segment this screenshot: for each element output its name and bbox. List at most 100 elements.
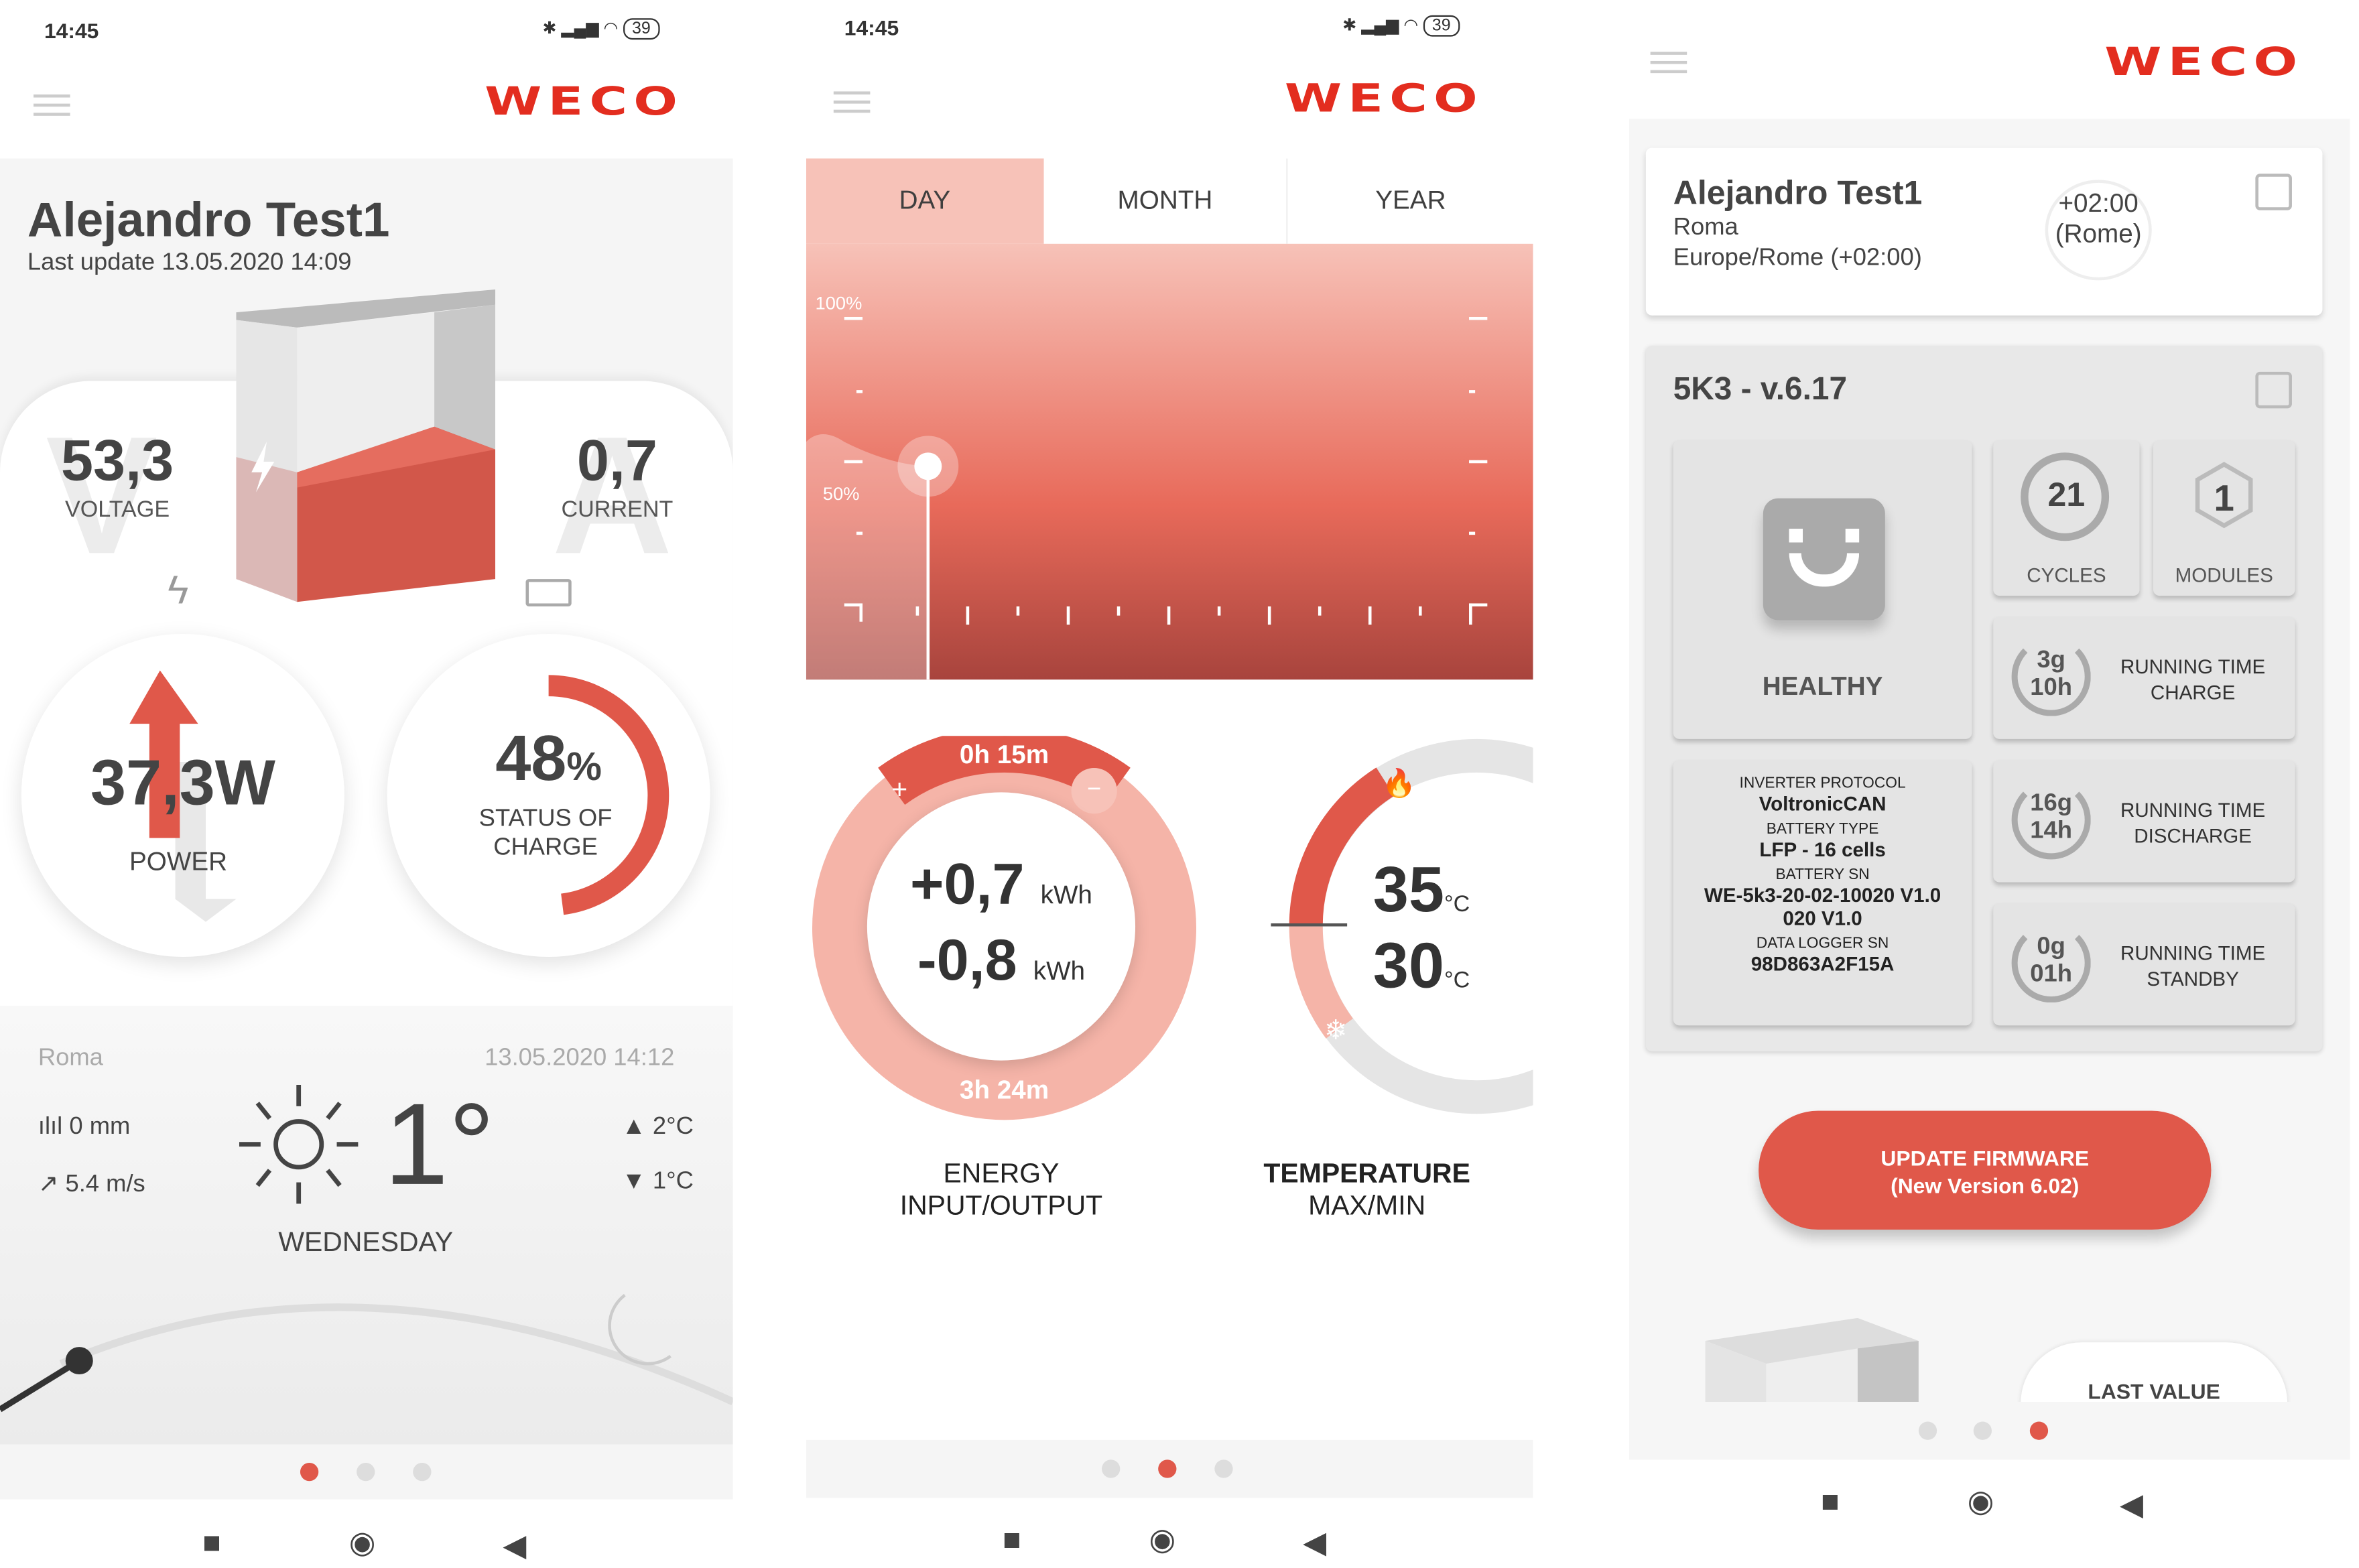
running-label-2: DISCHARGE (2134, 824, 2252, 848)
info-value: VoltronicCAN (1759, 792, 1887, 815)
page-dot-3[interactable] (1214, 1459, 1233, 1478)
page-dot-1[interactable] (300, 1462, 319, 1482)
snowflake-icon: ❄ (1324, 1015, 1347, 1045)
battery-3d-illustration (1705, 1317, 1919, 1402)
energy-input: +0,7 kWh (867, 853, 1135, 919)
power-value: 37,3W (90, 746, 275, 819)
info-value: WE-5k3-20-02-10020 V1.0 020 V1.0 (1704, 883, 1941, 930)
voltage-value: 53,3 (60, 430, 174, 494)
rain-icon: ılıl (38, 1114, 70, 1140)
temp-max-unit: °C (1444, 891, 1470, 917)
energy-input-unit: kWh (1040, 880, 1092, 910)
info-label: INVERTER PROTOCOL (1739, 775, 1906, 793)
energy-output-time: 3h 24m (959, 1075, 1049, 1105)
status-time: 14:45 (44, 18, 99, 43)
temperature-gauge: 🔥 ❄ (1271, 738, 1533, 1114)
weather-city: Roma (38, 1045, 103, 1071)
energy-label-2: INPUT/OUTPUT (899, 1189, 1103, 1221)
status-time: 14:45 (844, 15, 899, 40)
running-time-label: RUNNING TIME STANDBY (2102, 940, 2285, 992)
tab-day[interactable]: DAY (806, 158, 1043, 244)
running-time-label: RUNNING TIME DISCHARGE (2102, 797, 2285, 848)
y-label-50: 50% (822, 482, 860, 505)
energy-output-value: -0,8 (917, 929, 1017, 994)
screen-device-info: WECO Alejandro Test1 Roma Europe/Rome (+… (1629, 0, 2359, 1568)
page-dot-2[interactable] (1158, 1459, 1177, 1478)
temp-max: 35°C (1373, 853, 1470, 926)
period-tabs: DAY MONTH YEAR (806, 158, 1533, 244)
minus-icon[interactable]: − (1071, 768, 1117, 814)
battery-3d-illustration (236, 289, 496, 602)
update-firmware-button[interactable]: UPDATE FIRMWARE (New Version 6.02) (1759, 1110, 2212, 1230)
update-button-line-2: (New Version 6.02) (1891, 1173, 2080, 1198)
chart-cursor-handle (914, 452, 942, 480)
tab-month[interactable]: MONTH (1043, 158, 1289, 244)
temp-min: ▼ 1°C (621, 1169, 694, 1195)
page-dot-2[interactable] (1973, 1421, 1992, 1440)
modules-value: 1 (2214, 478, 2234, 520)
update-button-line-1: UPDATE FIRMWARE (1880, 1145, 2090, 1171)
edit-user-icon[interactable] (2255, 174, 2292, 210)
nav-recents-button[interactable]: ■ (1003, 1524, 1021, 1559)
info-label: DATA LOGGER SN (1756, 935, 1889, 953)
soc-label-2: CHARGE (493, 835, 598, 861)
page-dot-2[interactable] (357, 1462, 375, 1482)
screen-energy: 14:45 ✱ ▂▄▆ ◠ 39 WECO DAY MONTH YEAR 100… (806, 0, 1533, 1568)
status-icons: ✱ ▂▄▆ ◠ 39 (1342, 15, 1460, 37)
energy-input-value: +0,7 (909, 853, 1025, 917)
running-label-2: STANDBY (2147, 967, 2239, 991)
battery-icon: 39 (1423, 15, 1460, 37)
running-label-2: CHARGE (2150, 681, 2236, 704)
sun-icon (239, 1085, 359, 1204)
wind-row: ↗ 5.4 m/s (38, 1169, 145, 1199)
device-title: 5K3 - v.6.17 (1673, 371, 1848, 407)
modules-label: MODULES (2175, 564, 2273, 587)
weco-logo: WECO (2104, 40, 2304, 86)
nav-home-button[interactable]: ◉ (1149, 1520, 1176, 1559)
running-hours: 14h (2030, 818, 2073, 844)
power-label: POWER (129, 847, 228, 876)
nav-home-button[interactable]: ◉ (1968, 1483, 1994, 1521)
menu-icon[interactable] (1650, 52, 1687, 55)
battery-level-icon (525, 579, 572, 607)
page-dot-1[interactable] (1102, 1459, 1121, 1478)
running-days: 3g (2037, 647, 2065, 674)
menu-icon[interactable] (34, 94, 70, 98)
nav-recents-button[interactable]: ■ (1821, 1486, 1840, 1520)
running-time-value: 3g 10h (2012, 647, 2091, 702)
page-dot-1[interactable] (1918, 1421, 1937, 1440)
device-title: Alejandro Test1 (27, 192, 390, 247)
edit-device-icon[interactable] (2255, 371, 2292, 409)
running-time-value: 0g 01h (2012, 934, 2091, 989)
page-dot-3[interactable] (2029, 1421, 2049, 1440)
temp-max-value: 2°C (652, 1114, 694, 1140)
info-label: BATTERY TYPE (1766, 821, 1879, 838)
weather-day: WEDNESDAY (278, 1226, 454, 1257)
nav-back-button[interactable]: ◀ (2120, 1486, 2143, 1524)
wind-icon: ↗ (38, 1171, 66, 1198)
tab-year[interactable]: YEAR (1288, 158, 1533, 244)
nav-home-button[interactable]: ◉ (349, 1524, 376, 1562)
soc-label: STATUS OF CHARGE (387, 805, 704, 862)
running-days: 16g (2030, 791, 2073, 817)
page-dot-3[interactable] (413, 1462, 432, 1482)
voltage-bg-letter: V (46, 402, 158, 590)
running-time-value: 16g 14h (2012, 791, 2091, 846)
nav-recents-button[interactable]: ■ (202, 1526, 220, 1561)
soc-value: 48% (387, 722, 710, 795)
energy-output-unit: kWh (1033, 957, 1086, 986)
menu-icon[interactable] (833, 91, 871, 94)
nav-back-button[interactable]: ◀ (503, 1526, 526, 1565)
info-value: 98D863A2F15A (1750, 952, 1895, 976)
temp-max: ▲ 2°C (621, 1114, 694, 1140)
energy-input-time: 0h 15m (959, 740, 1049, 770)
weco-logo: WECO (1284, 76, 1484, 122)
screen-dashboard: 14:45 ✱ ▂▄▆ ◠ 39 WECO Alejandro Test1 La… (0, 0, 733, 1568)
plus-icon[interactable]: + (891, 774, 907, 806)
y-label-100: 100% (815, 292, 863, 314)
nav-back-button[interactable]: ◀ (1303, 1524, 1326, 1562)
cycles-value: 21 (2047, 475, 2086, 514)
rain-row: ılıl 0 mm (38, 1114, 130, 1141)
last-value-label: LAST VALUE (2088, 1378, 2220, 1404)
running-label-1: RUNNING TIME (2120, 798, 2266, 822)
